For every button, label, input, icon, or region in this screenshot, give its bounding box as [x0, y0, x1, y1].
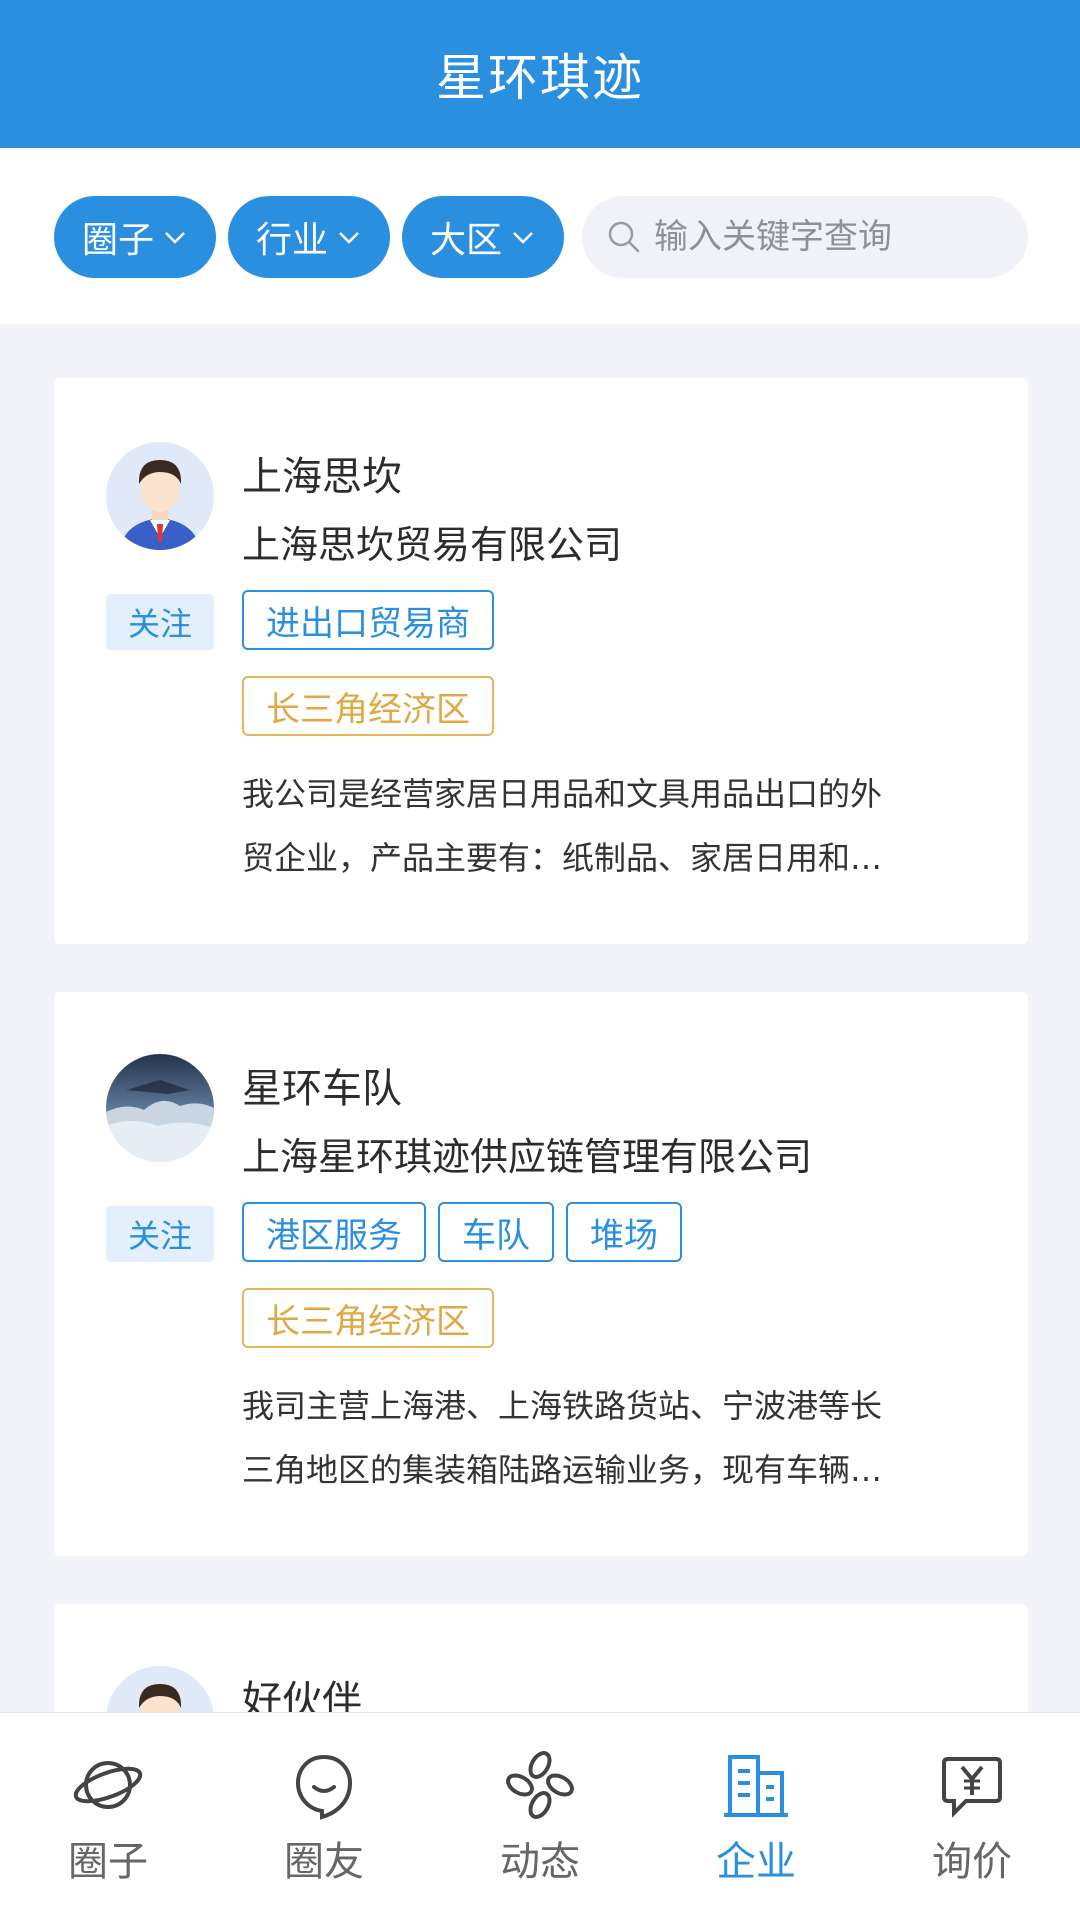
search-input[interactable]: [654, 217, 1014, 257]
filter-industry-label: 行业: [255, 220, 328, 261]
pinwheel-icon: [506, 1751, 574, 1819]
search-box[interactable]: [582, 196, 1028, 278]
card-title: 上海思坎: [242, 454, 402, 500]
filter-circle-label: 圈子: [81, 220, 154, 261]
card-company: 上海思坎贸易有限公司: [242, 523, 623, 567]
tab-friends[interactable]: 圈友: [216, 1713, 432, 1920]
tab-inquiry[interactable]: 询价: [864, 1713, 1080, 1920]
description-line: 我司主营上海港、上海铁路货站、宁波港等长: [242, 1387, 883, 1425]
region-tag: 长三角经济区: [242, 676, 494, 736]
filter-circle-dropdown[interactable]: 圈子: [54, 196, 216, 278]
industry-tags: 港区服务 车队 堆场: [242, 1202, 682, 1262]
chevron-down-icon: [513, 232, 533, 244]
follow-button[interactable]: 关注: [106, 594, 214, 650]
tab-label: 询价: [932, 1839, 1012, 1885]
region-tag: 长三角经济区: [242, 1288, 494, 1348]
avatar: [106, 442, 214, 550]
filter-bar: 圈子 行业 大区: [0, 148, 1080, 324]
description-line: 我公司是经营家居日用品和文具用品出口的外: [242, 775, 883, 813]
description-line: 三角地区的集装箱陆路运输业务，现有车辆…: [242, 1451, 883, 1489]
industry-tags: 进出口贸易商: [242, 590, 494, 650]
card-title: 星环车队: [242, 1066, 402, 1112]
filter-industry-dropdown[interactable]: 行业: [228, 196, 390, 278]
card-description: 我司主营上海港、上海铁路货站、宁波港等长 三角地区的集装箱陆路运输业务，现有车辆…: [242, 1374, 982, 1502]
tab-label: 动态: [500, 1839, 580, 1885]
description-line: 贸企业，产品主要有：纸制品、家居日用和…: [242, 839, 883, 877]
card-company: 上海星环琪迹供应链管理有限公司: [242, 1135, 813, 1179]
filter-region-label: 大区: [429, 220, 502, 261]
app-header: 星环琪迹: [0, 0, 1080, 148]
building-icon: [724, 1755, 788, 1817]
tab-feed[interactable]: 动态: [432, 1713, 648, 1920]
tab-label: 圈子: [68, 1839, 148, 1885]
businessman-avatar-icon: [106, 442, 214, 550]
bottom-tab-bar: 圈子 圈友 动态 企业 询价: [0, 1712, 1080, 1920]
storm-photo-avatar: [106, 1054, 214, 1162]
yen-bubble-icon: [942, 1757, 1002, 1818]
page-title: 星环琪迹: [436, 49, 644, 107]
tab-circle[interactable]: 圈子: [0, 1713, 216, 1920]
industry-tag: 车队: [438, 1202, 554, 1262]
card-description: 我公司是经营家居日用品和文具用品出口的外 贸企业，产品主要有：纸制品、家居日用和…: [242, 762, 982, 890]
chevron-down-icon: [339, 232, 359, 244]
tab-enterprise[interactable]: 企业: [648, 1713, 864, 1920]
planet-icon: [73, 1761, 143, 1809]
industry-tag: 进出口贸易商: [242, 590, 494, 650]
smile-bubble-icon: [295, 1754, 353, 1820]
tab-label: 企业: [716, 1839, 796, 1885]
follow-button[interactable]: 关注: [106, 1206, 214, 1262]
industry-tag: 港区服务: [242, 1202, 426, 1262]
region-tags: 长三角经济区: [242, 1288, 494, 1348]
chevron-down-icon: [165, 232, 185, 244]
industry-tag: 堆场: [566, 1202, 682, 1262]
search-icon: [608, 221, 640, 253]
tab-label: 圈友: [284, 1839, 364, 1885]
avatar: [106, 1054, 214, 1162]
company-card[interactable]: 上海思坎 上海思坎贸易有限公司 关注 进出口贸易商 长三角经济区 我公司是经营家…: [54, 378, 1028, 944]
filter-region-dropdown[interactable]: 大区: [402, 196, 564, 278]
region-tags: 长三角经济区: [242, 676, 494, 736]
company-card[interactable]: 星环车队 上海星环琪迹供应链管理有限公司 关注 港区服务 车队 堆场 长三角经济…: [54, 992, 1028, 1556]
